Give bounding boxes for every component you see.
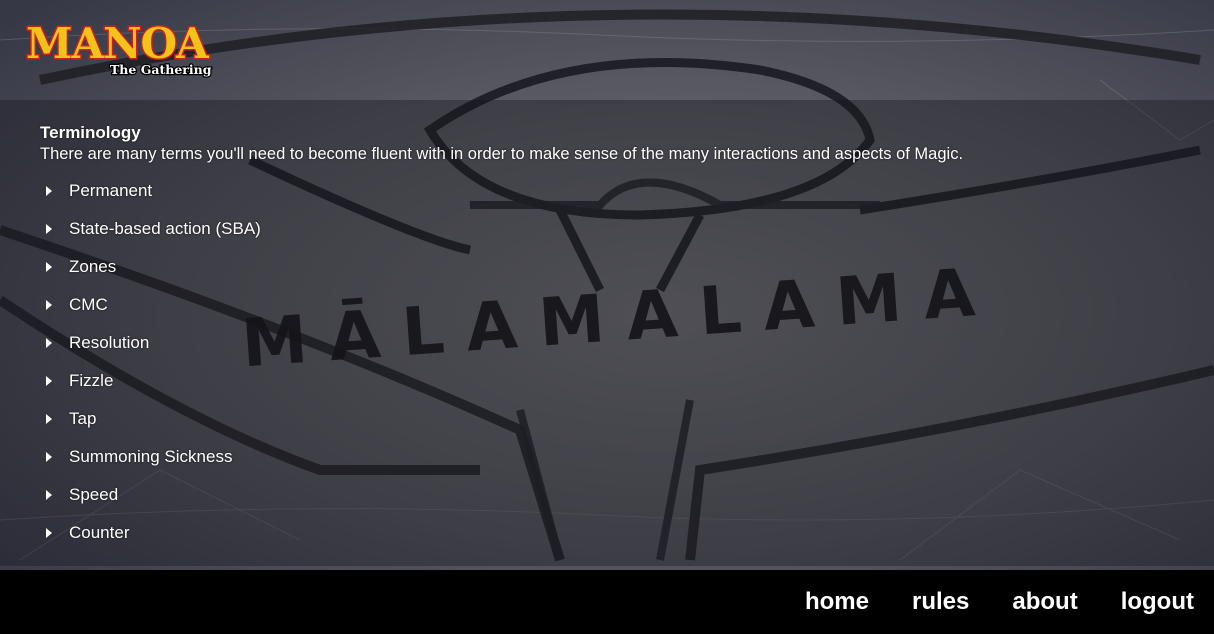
term-label: Permanent — [69, 181, 153, 200]
expand-arrow-icon[interactable] — [46, 490, 52, 500]
manoa-logo[interactable]: MANOA The Gathering — [22, 16, 222, 80]
term-item[interactable]: Resolution — [46, 324, 261, 362]
term-item[interactable]: Tap — [46, 400, 261, 438]
expand-arrow-icon[interactable] — [46, 300, 52, 310]
terminology-panel: Terminology There are many terms you'll … — [0, 100, 1214, 566]
term-label: Counter — [69, 523, 130, 542]
term-label: Resolution — [69, 333, 150, 352]
panel-intro: There are many terms you'll need to beco… — [40, 145, 964, 163]
page: MĀLAMALAMA MANOA The Gathering Terminolo… — [0, 0, 1214, 634]
bottom-nav: home rules about logout — [0, 570, 1214, 634]
logo-word: MANOA — [26, 19, 210, 68]
expand-arrow-icon[interactable] — [46, 224, 52, 234]
term-item[interactable]: Permanent — [46, 172, 261, 210]
expand-arrow-icon[interactable] — [46, 452, 52, 462]
term-label: Zones — [69, 257, 117, 276]
term-item[interactable]: State-based action (SBA) — [46, 210, 261, 248]
term-label: Summoning Sickness — [69, 447, 233, 466]
term-item[interactable]: CMC — [46, 286, 261, 324]
term-label: Fizzle — [69, 371, 114, 390]
term-label: Tap — [69, 409, 97, 428]
term-item[interactable]: Counter — [46, 514, 261, 552]
nav-home-link[interactable]: home — [805, 588, 869, 616]
logo-subtitle: The Gathering — [110, 62, 212, 77]
nav-links: home rules about logout — [762, 570, 1194, 634]
term-list: Permanent State-based action (SBA) Zones CM… — [46, 172, 261, 552]
expand-arrow-icon[interactable] — [46, 262, 52, 272]
nav-logout-link[interactable]: logout — [1121, 588, 1194, 616]
expand-arrow-icon[interactable] — [46, 528, 52, 538]
term-label: CMC — [69, 295, 108, 314]
term-label: Speed — [69, 485, 119, 504]
expand-arrow-icon[interactable] — [46, 414, 52, 424]
expand-arrow-icon[interactable] — [46, 338, 52, 348]
expand-arrow-icon[interactable] — [46, 376, 52, 386]
term-item[interactable]: Fizzle — [46, 362, 261, 400]
term-item[interactable]: Zones — [46, 248, 261, 286]
panel-title: Terminology — [40, 123, 141, 142]
expand-arrow-icon[interactable] — [46, 186, 52, 196]
nav-about-link[interactable]: about — [1012, 588, 1077, 616]
term-item[interactable]: Summoning Sickness — [46, 438, 261, 476]
nav-rules-link[interactable]: rules — [912, 588, 969, 616]
term-item[interactable]: Speed — [46, 476, 261, 514]
term-label: State-based action (SBA) — [69, 219, 261, 238]
